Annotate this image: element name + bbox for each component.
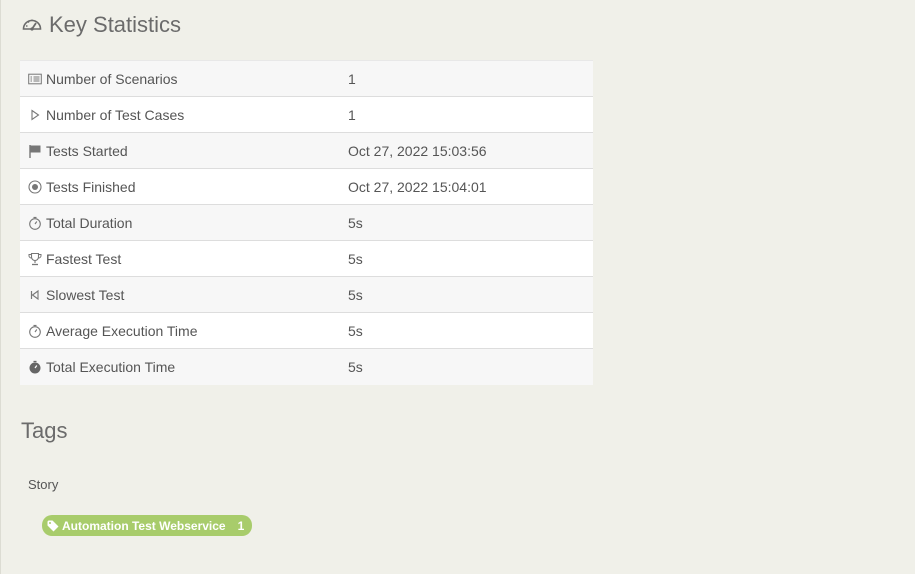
- stat-value: 1: [348, 60, 593, 97]
- key-statistics-title: Key Statistics: [49, 12, 182, 37]
- stat-value: Oct 27, 2022 15:04:01: [348, 168, 593, 205]
- stat-label: Number of Scenarios: [46, 70, 178, 87]
- trophy-icon: [28, 252, 42, 266]
- stat-value: 5s: [348, 276, 593, 313]
- flag-icon: [28, 144, 42, 158]
- stat-row-number-of-scenarios: Number of Scenarios 1: [20, 60, 593, 97]
- stat-label: Average Execution Time: [46, 322, 198, 339]
- stat-row-slowest-test: Slowest Test 5s: [20, 276, 593, 313]
- stat-value: 5s: [348, 204, 593, 241]
- stat-row-total-duration: Total Duration 5s: [20, 204, 593, 241]
- play-icon: [28, 108, 42, 122]
- tag-group-label-story: Story: [28, 477, 59, 492]
- stat-label: Total Execution Time: [46, 358, 176, 375]
- list-icon: [28, 72, 42, 86]
- stat-value: 5s: [348, 240, 593, 277]
- stat-label: Number of Test Cases: [46, 106, 185, 123]
- stat-label: Total Duration: [46, 214, 133, 231]
- tag-icon: [47, 520, 59, 532]
- stat-value: 1: [348, 96, 593, 133]
- stat-row-tests-finished: Tests Finished Oct 27, 2022 15:04:01: [20, 168, 593, 205]
- stat-label: Slowest Test: [46, 286, 125, 303]
- tags-heading: Tags: [21, 418, 68, 443]
- stat-row-fastest-test: Fastest Test 5s: [20, 240, 593, 277]
- tag-name: Automation Test Webservice: [62, 518, 226, 533]
- key-statistics-heading: Key Statistics: [21, 12, 181, 38]
- stopwatch-icon: [28, 324, 42, 338]
- stopwatch-icon: [28, 216, 42, 230]
- stat-label: Fastest Test: [46, 250, 122, 267]
- tag-count: 1: [237, 518, 245, 533]
- stat-row-average-execution-time: Average Execution Time 5s: [20, 312, 593, 349]
- report-page: Key Statistics Number of Scenarios 1 Num…: [0, 0, 914, 574]
- stat-value: 5s: [348, 312, 593, 349]
- step-backward-icon: [28, 288, 42, 302]
- tag-automation-test-webservice[interactable]: Automation Test Webservice 1: [42, 515, 253, 536]
- stat-label: Tests Started: [46, 142, 128, 159]
- key-statistics-table: Number of Scenarios 1 Number of Test Cas…: [20, 60, 593, 385]
- stat-value: 5s: [348, 348, 593, 385]
- dashboard-icon: [21, 14, 43, 36]
- stat-value: Oct 27, 2022 15:03:56: [348, 132, 593, 169]
- stat-row-number-of-test-cases: Number of Test Cases 1: [20, 96, 593, 133]
- stat-row-total-execution-time: Total Execution Time 5s: [20, 348, 593, 385]
- stop-circle-icon: [28, 179, 42, 194]
- stat-label: Tests Finished: [46, 178, 136, 195]
- stopwatch-solid-icon: [28, 360, 42, 374]
- stat-row-tests-started: Tests Started Oct 27, 2022 15:03:56: [20, 132, 593, 169]
